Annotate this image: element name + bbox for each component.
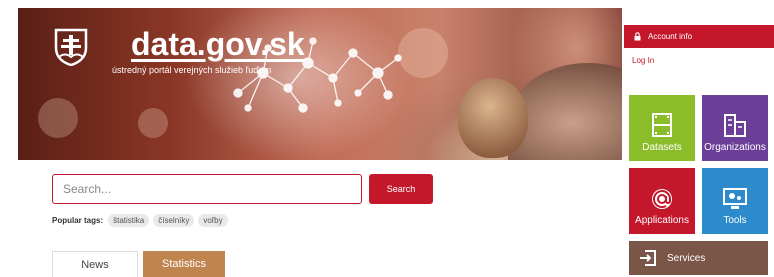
monitor-gear-icon xyxy=(723,188,747,209)
search-button[interactable]: Search xyxy=(369,174,433,204)
bokeh-light xyxy=(138,108,168,138)
account-header: Account info xyxy=(624,25,774,48)
network-graphic-icon xyxy=(233,37,402,113)
at-sign-icon xyxy=(652,189,672,209)
search-input[interactable] xyxy=(52,174,362,204)
login-link[interactable]: Log In xyxy=(624,48,774,65)
tile-organizations-label: Organizations xyxy=(704,142,766,153)
tile-datasets-label: Datasets xyxy=(642,142,682,153)
tab-news[interactable]: News xyxy=(52,251,138,277)
sign-in-icon xyxy=(640,250,656,266)
tag-volby[interactable]: voľby xyxy=(198,214,228,227)
tag-ciselniky[interactable]: číselníky xyxy=(153,214,195,227)
tile-organizations[interactable]: Organizations xyxy=(702,95,768,161)
film-strip-icon xyxy=(652,113,672,137)
tile-services[interactable]: Services xyxy=(629,241,768,275)
tile-applications[interactable]: Applications xyxy=(629,168,695,234)
account-panel: Account info Log In xyxy=(624,25,774,80)
tile-services-label: Services xyxy=(667,252,706,264)
tile-tools[interactable]: Tools xyxy=(702,168,768,234)
tag-statistika[interactable]: štatistika xyxy=(108,214,150,227)
tile-datasets[interactable]: Datasets xyxy=(629,95,695,161)
popular-tags-label: Popular tags: xyxy=(52,216,104,225)
building-icon xyxy=(724,114,746,137)
hero-banner: data.gov.sk ústredný portál verejných sl… xyxy=(18,8,622,160)
bokeh-light xyxy=(38,98,78,138)
tile-tools-label: Tools xyxy=(723,215,747,226)
popular-tags: Popular tags: štatistika číselníky voľby xyxy=(52,214,232,227)
tab-statistics[interactable]: Statistics xyxy=(143,251,225,277)
slovak-coat-of-arms-icon xyxy=(54,28,88,66)
lock-icon xyxy=(634,32,641,41)
tile-applications-label: Applications xyxy=(635,215,689,226)
hero-child-head xyxy=(458,78,528,158)
account-info-label: Account info xyxy=(648,32,693,41)
